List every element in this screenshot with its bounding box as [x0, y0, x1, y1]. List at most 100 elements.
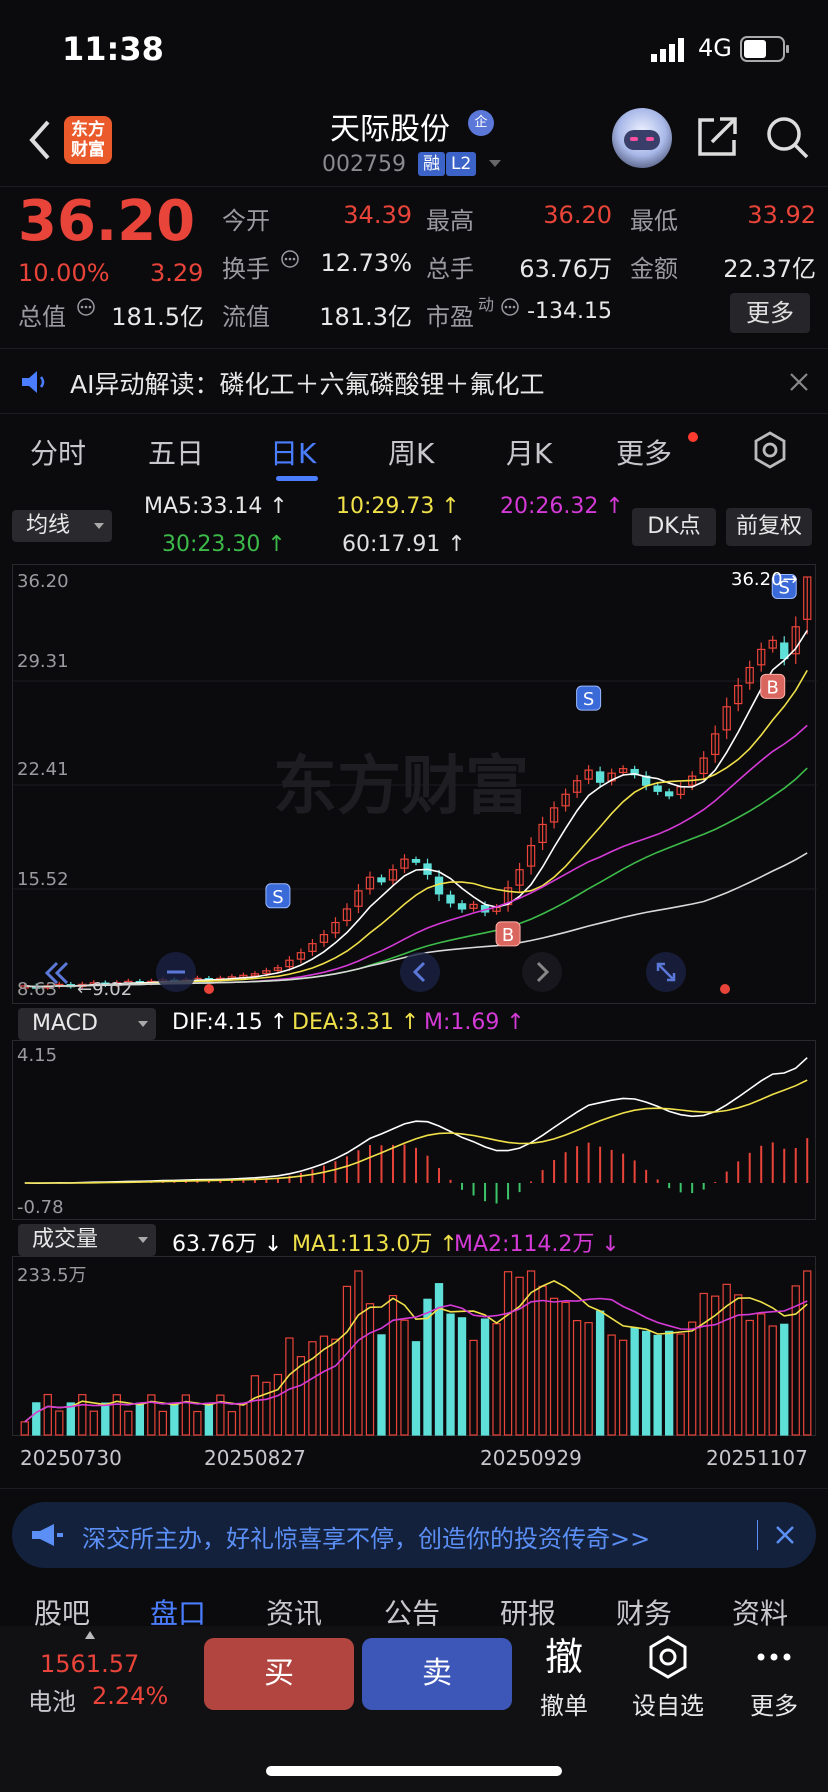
volume-bar	[688, 1321, 697, 1436]
tab-research[interactable]: 研报	[500, 1592, 556, 1626]
more-actions-button[interactable]: 更多	[734, 1634, 814, 1721]
ma-selector-label: 均线	[26, 513, 71, 538]
tab-financials[interactable]: 财务	[616, 1592, 672, 1626]
add-watchlist-label: 设自选	[632, 1692, 704, 1720]
volume-bar	[538, 1285, 547, 1436]
volume-bar	[664, 1330, 674, 1436]
megaphone-icon	[32, 1524, 63, 1546]
add-watchlist-button[interactable]: 设自选	[628, 1634, 708, 1721]
tab-profile[interactable]: 资料	[732, 1592, 788, 1626]
tab-announcements[interactable]: 公告	[384, 1592, 440, 1626]
gear-icon[interactable]	[750, 430, 790, 470]
rewind-icon[interactable]	[35, 953, 75, 993]
scroll-right-icon[interactable]	[521, 951, 563, 993]
tab-five-day[interactable]: 五日	[148, 432, 204, 472]
market-cap-label: 总值	[18, 303, 66, 331]
more-actions-label: 更多	[750, 1692, 798, 1720]
float-cap-label: 流值	[222, 303, 270, 331]
volume-selector-label: 成交量	[32, 1227, 99, 1252]
tab-forum[interactable]: 股吧	[34, 1592, 90, 1626]
macd-chart[interactable]: 4.15 -0.78	[12, 1040, 816, 1220]
turnover-value: 12.73%	[320, 249, 412, 277]
watchlist-icon	[649, 1635, 687, 1679]
ai-insight-bar[interactable]: AI异动解读：磷化工＋六氟磷酸锂＋氟化工	[0, 348, 828, 414]
info-icon[interactable]	[500, 297, 520, 317]
tab-intraday[interactable]: 分时	[30, 432, 86, 472]
candle-body	[411, 859, 421, 863]
zoom-out-icon[interactable]	[155, 951, 197, 993]
status-bar: 11:38 4G	[0, 0, 828, 96]
volume-bar	[101, 1402, 110, 1436]
ma-selector[interactable]: 均线	[12, 510, 112, 542]
enterprise-badge: 企	[468, 110, 494, 136]
sector-index-value[interactable]: 1561.57	[40, 1650, 139, 1678]
period-tabs: 分时 五日 日K 周K 月K 更多	[0, 416, 828, 486]
volume-bar	[699, 1292, 708, 1436]
level2-tag: L2	[446, 152, 477, 176]
adjust-mode-button[interactable]: 前复权	[726, 508, 812, 546]
app-root: 11:38 4G 东方财富 天际股份 企 002759 融 L2 36.20 1…	[0, 0, 828, 1792]
volume-selector[interactable]: 成交量	[18, 1224, 156, 1256]
watermark: 东方财富	[273, 750, 529, 824]
buy-signal: B	[760, 673, 786, 699]
min-price-text: 9.02	[92, 979, 133, 1000]
search-icon[interactable]	[764, 114, 810, 160]
sell-signal: S	[576, 685, 602, 711]
promo-banner[interactable]: 深交所主办，好礼惊喜享不停，创造你的投资传奇>>	[12, 1502, 816, 1568]
volume-bar	[20, 1421, 29, 1436]
sector-name[interactable]: 电池	[28, 1682, 76, 1717]
tab-weekly-k[interactable]: 周K	[388, 432, 434, 472]
volume-bar	[492, 1323, 501, 1436]
buy-button[interactable]: 买	[204, 1638, 354, 1710]
candle-body	[377, 877, 386, 883]
sector-change: 2.24%	[92, 1682, 169, 1710]
volume-ma1: MA1:113.0万 ↑	[292, 1232, 458, 1257]
back-icon[interactable]	[26, 118, 54, 162]
close-icon[interactable]	[788, 371, 810, 393]
volume-bar	[32, 1402, 41, 1436]
volume-bar	[676, 1333, 685, 1436]
tab-news[interactable]: 资讯	[266, 1592, 322, 1626]
share-icon[interactable]	[696, 114, 740, 158]
speaker-icon	[22, 371, 45, 393]
notification-dot	[688, 432, 698, 442]
sell-button[interactable]: 卖	[362, 1638, 512, 1710]
tab-more[interactable]: 更多	[616, 432, 672, 472]
ma30-text: 30:23.30	[162, 532, 261, 557]
ma60-text: 60:17.91	[342, 532, 441, 557]
macd-selector[interactable]: MACD	[18, 1008, 156, 1040]
tab-daily-k[interactable]: 日K	[270, 432, 316, 472]
volume-bar	[653, 1334, 662, 1436]
close-icon[interactable]	[774, 1524, 796, 1546]
more-quote-button[interactable]: 更多	[730, 293, 810, 333]
volume-bar	[66, 1402, 75, 1436]
volume-bar	[572, 1319, 582, 1436]
candle-body	[595, 771, 605, 783]
high-value: 36.20	[543, 201, 612, 229]
cancel-order-button[interactable]: 撤 撤单	[524, 1634, 604, 1721]
chevron-down-icon[interactable]	[488, 156, 502, 170]
info-icon[interactable]	[76, 297, 96, 317]
last-price-marker: 36.20→	[731, 569, 798, 590]
dk-point-button[interactable]: DK点	[632, 508, 716, 546]
tab-order-book[interactable]: 盘口	[150, 1592, 206, 1626]
brand-logo: 东方财富	[64, 116, 112, 164]
volume-bar	[757, 1313, 766, 1436]
home-indicator	[266, 1766, 562, 1776]
stock-name[interactable]: 天际股份	[330, 104, 450, 148]
last-price-text: 36.20	[731, 569, 783, 590]
info-icon[interactable]	[280, 249, 300, 269]
macd-axis-min: -0.78	[17, 1197, 64, 1218]
tab-monthly-k[interactable]: 月K	[506, 432, 552, 472]
macd-axis-max: 4.15	[17, 1045, 58, 1066]
volume-value-text: 63.76万	[172, 1232, 257, 1257]
assistant-avatar[interactable]	[612, 108, 672, 168]
scroll-left-icon[interactable]	[399, 951, 441, 993]
volume-chart[interactable]: 233.5万	[12, 1256, 816, 1436]
fullscreen-icon[interactable]	[645, 951, 687, 993]
volume-bar	[469, 1339, 478, 1436]
low-value: 33.92	[747, 201, 816, 229]
candlestick-chart[interactable]: SSSBBB 东方财富 36.20 29.31 22.41 15.52 8.63…	[12, 564, 817, 1004]
change-amount: 3.29	[150, 259, 204, 287]
volume-axis-max: 233.5万	[17, 1265, 87, 1286]
